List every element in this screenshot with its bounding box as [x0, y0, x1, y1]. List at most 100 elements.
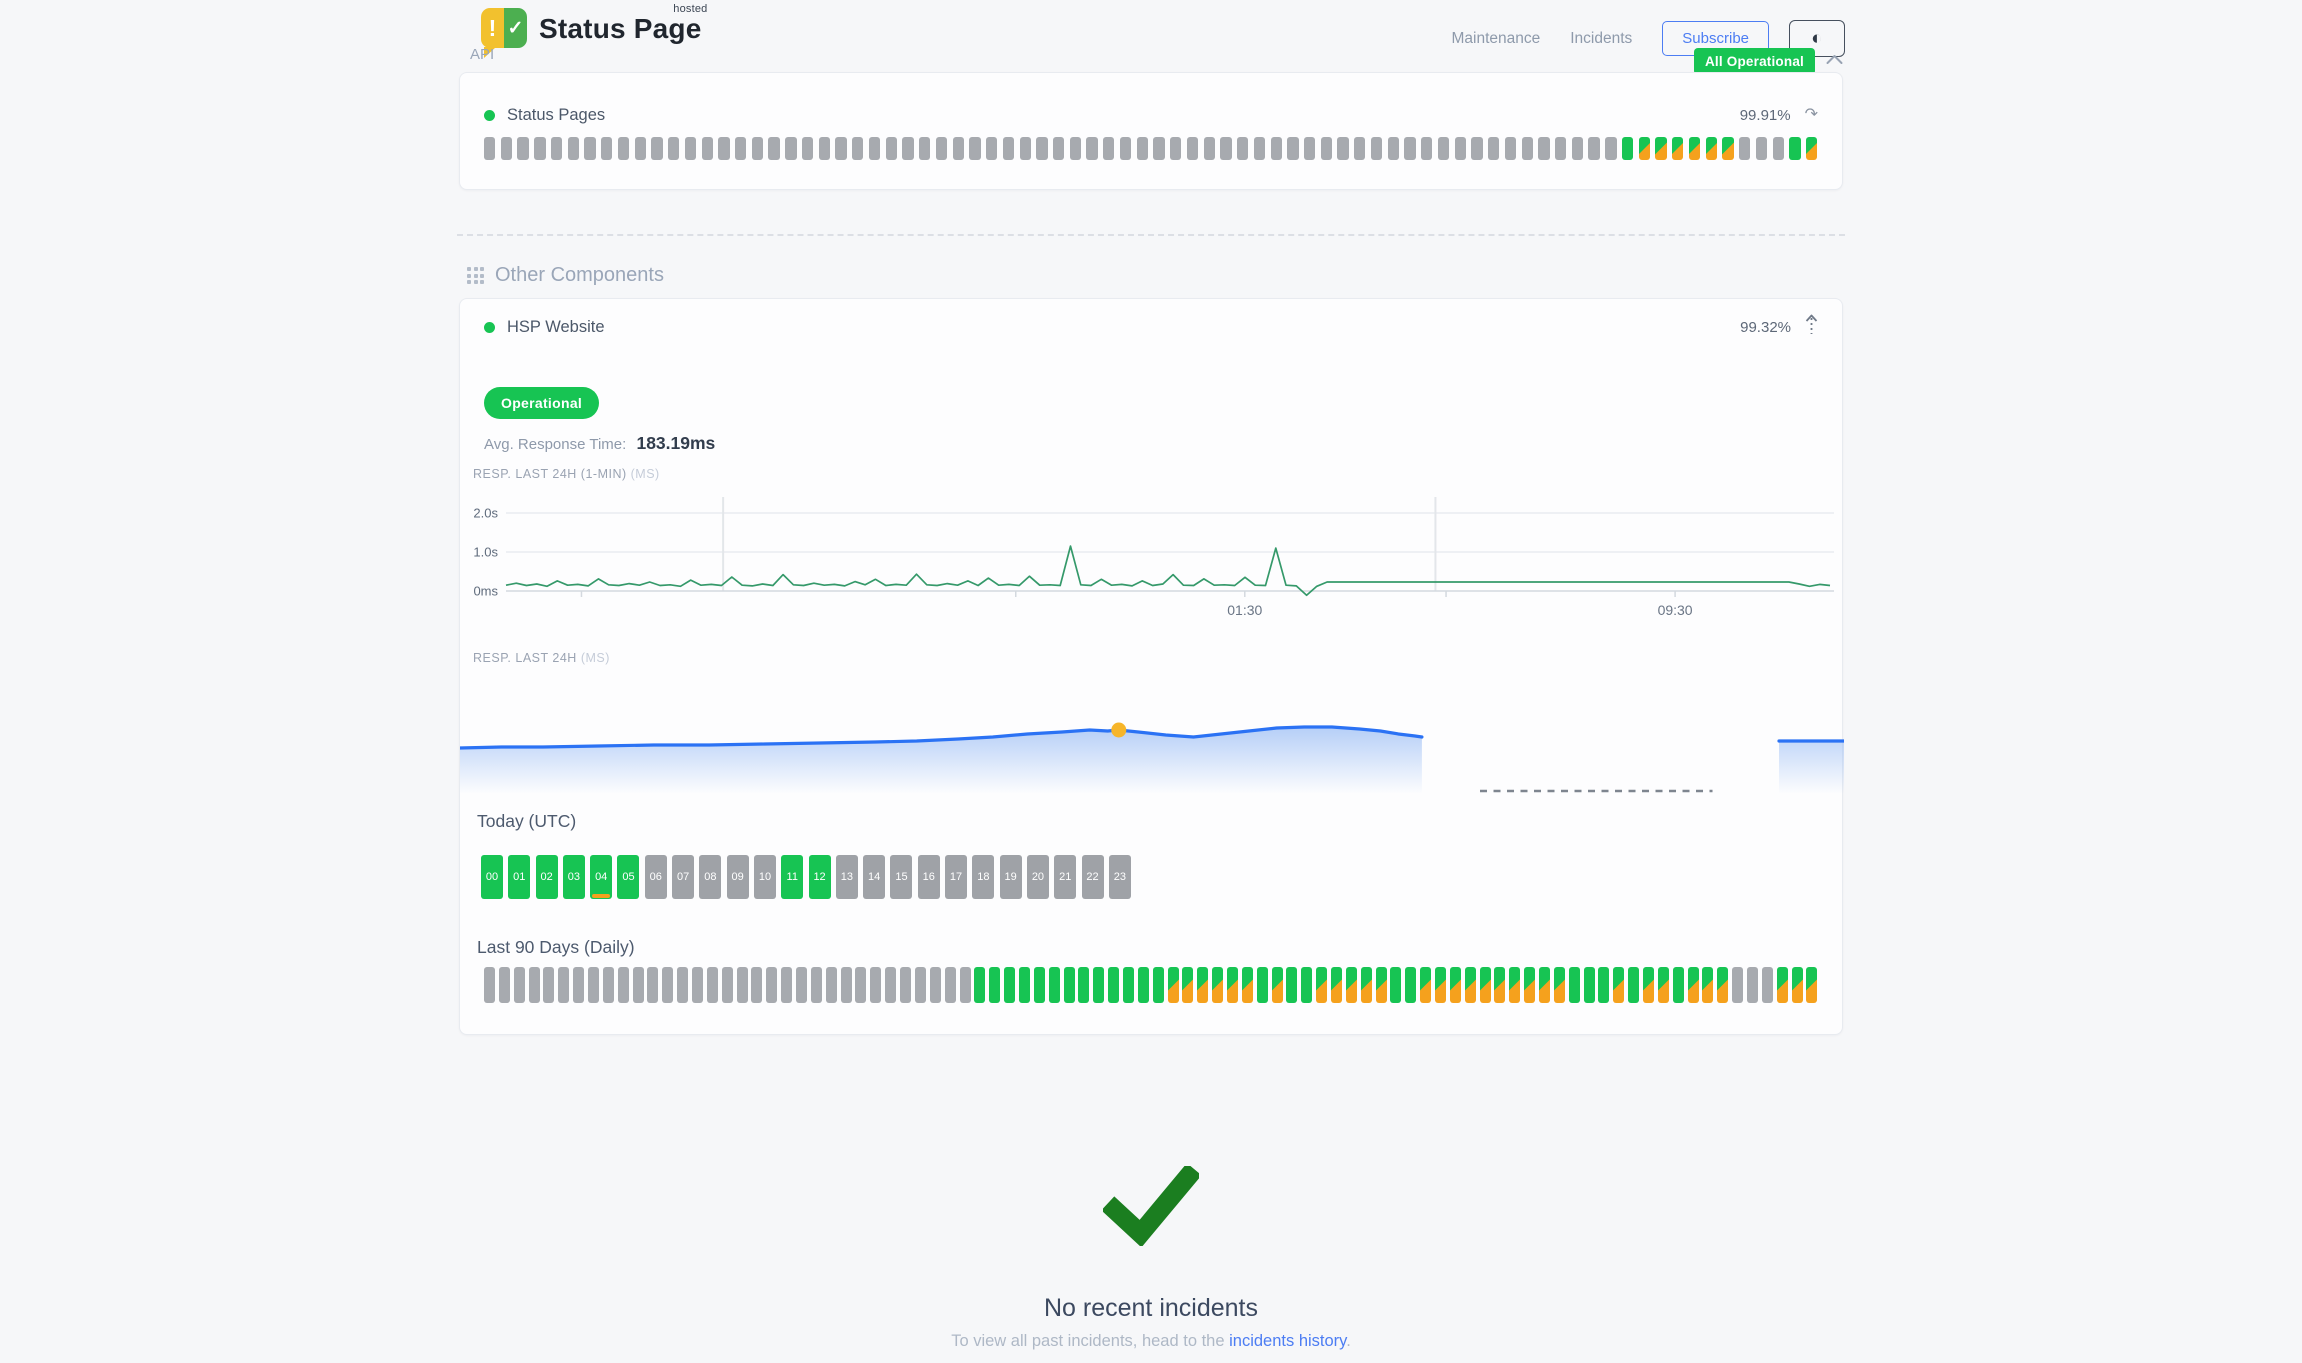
uptime-bar[interactable]	[1806, 137, 1817, 160]
uptime-bar[interactable]	[1613, 967, 1624, 1003]
uptime-bar[interactable]	[1053, 137, 1064, 160]
uptime-bar[interactable]	[543, 967, 554, 1003]
uptime-bar[interactable]	[484, 137, 495, 160]
uptime-bar[interactable]	[1572, 137, 1583, 160]
uptime-bar[interactable]	[1747, 967, 1758, 1003]
uptime-bar[interactable]	[534, 137, 545, 160]
uptime-bar[interactable]	[1153, 137, 1164, 160]
uptime-bar[interactable]	[1717, 967, 1728, 1003]
nav-maintenance[interactable]: Maintenance	[1451, 30, 1540, 48]
uptime-bar[interactable]	[1070, 137, 1081, 160]
uptime-bar[interactable]	[1488, 137, 1499, 160]
uptime-bar[interactable]	[960, 967, 971, 1003]
uptime-bar[interactable]	[1242, 967, 1253, 1003]
uptime-bar[interactable]	[1688, 967, 1699, 1003]
uptime-bar[interactable]	[1438, 137, 1449, 160]
uptime-bar[interactable]	[1773, 137, 1784, 160]
uptime-bar[interactable]	[1739, 137, 1750, 160]
uptime-bar[interactable]	[1639, 137, 1650, 160]
uptime-bar[interactable]	[1405, 967, 1416, 1003]
uptime-bar[interactable]	[1789, 137, 1800, 160]
uptime-bar[interactable]	[1689, 137, 1700, 160]
uptime-bar[interactable]	[986, 137, 997, 160]
uptime-bar[interactable]	[662, 967, 673, 1003]
uptime-bar[interactable]	[551, 137, 562, 160]
uptime-bar[interactable]	[1331, 967, 1342, 1003]
hour-cell-07[interactable]: 07	[672, 855, 694, 899]
incidents-history-link[interactable]: incidents history	[1229, 1332, 1346, 1350]
uptime-bar[interactable]	[885, 967, 896, 1003]
chevron-up-icon[interactable]	[1826, 52, 1843, 70]
uptime-bar[interactable]	[1505, 137, 1516, 160]
hour-cell-04[interactable]: 04	[590, 855, 612, 899]
uptime-bar[interactable]	[852, 137, 863, 160]
uptime-bar[interactable]	[1137, 137, 1148, 160]
hour-cell-12[interactable]: 12	[809, 855, 831, 899]
uptime-bar[interactable]	[618, 967, 629, 1003]
uptime-bar[interactable]	[1078, 967, 1089, 1003]
uptime-bar[interactable]	[1019, 967, 1030, 1003]
uptime-bar[interactable]	[1036, 137, 1047, 160]
uptime-bar[interactable]	[573, 967, 584, 1003]
uptime-bar[interactable]	[1421, 137, 1432, 160]
uptime-bar[interactable]	[1471, 137, 1482, 160]
uptime-bar[interactable]	[635, 137, 646, 160]
uptime-bar[interactable]	[1672, 137, 1683, 160]
uptime-bar[interactable]	[1237, 137, 1248, 160]
hour-cell-05[interactable]: 05	[617, 855, 639, 899]
uptime-bar[interactable]	[1020, 137, 1031, 160]
uptime-bar[interactable]	[1673, 967, 1684, 1003]
uptime-bar[interactable]	[692, 967, 703, 1003]
uptime-bar[interactable]	[1304, 137, 1315, 160]
uptime-bar[interactable]	[1168, 967, 1179, 1003]
uptime-bar[interactable]	[1003, 137, 1014, 160]
hour-cell-13[interactable]: 13	[836, 855, 858, 899]
uptime-bar[interactable]	[568, 137, 579, 160]
uptime-bar[interactable]	[1538, 137, 1549, 160]
uptime-bar[interactable]	[677, 967, 688, 1003]
uptime-bar[interactable]	[969, 137, 980, 160]
uptime-bar[interactable]	[919, 137, 930, 160]
uptime-bar[interactable]	[768, 137, 779, 160]
refresh-icon[interactable]: ↷	[1805, 107, 1818, 123]
uptime-bar[interactable]	[484, 967, 495, 1003]
uptime-bar[interactable]	[1227, 967, 1238, 1003]
uptime-bar[interactable]	[1287, 137, 1298, 160]
uptime-bar[interactable]	[1286, 967, 1297, 1003]
uptime-bar[interactable]	[1524, 967, 1535, 1003]
uptime-bar[interactable]	[735, 137, 746, 160]
hour-cell-03[interactable]: 03	[563, 855, 585, 899]
uptime-bar[interactable]	[781, 967, 792, 1003]
uptime-bar[interactable]	[517, 137, 528, 160]
dotted-up-arrow-icon[interactable]	[1805, 314, 1818, 340]
uptime-bar[interactable]	[835, 137, 846, 160]
uptime-bar[interactable]	[796, 967, 807, 1003]
uptime-bar[interactable]	[685, 137, 696, 160]
uptime-bar[interactable]	[1204, 137, 1215, 160]
uptime-bar[interactable]	[1337, 137, 1348, 160]
uptime-bar[interactable]	[811, 967, 822, 1003]
uptime-bar[interactable]	[1643, 967, 1654, 1003]
uptime-bar[interactable]	[1187, 137, 1198, 160]
uptime-bar[interactable]	[1108, 967, 1119, 1003]
uptime-bar[interactable]	[1376, 967, 1387, 1003]
uptime-bar[interactable]	[1371, 137, 1382, 160]
hour-cell-21[interactable]: 21	[1054, 855, 1076, 899]
uptime-bar[interactable]	[1064, 967, 1075, 1003]
hour-cell-09[interactable]: 09	[727, 855, 749, 899]
hour-cell-02[interactable]: 02	[536, 855, 558, 899]
uptime-bar[interactable]	[870, 967, 881, 1003]
hour-cell-01[interactable]: 01	[508, 855, 530, 899]
uptime-bar[interactable]	[766, 967, 777, 1003]
uptime-bar[interactable]	[1584, 967, 1595, 1003]
uptime-bar[interactable]	[1806, 967, 1817, 1003]
uptime-bar[interactable]	[819, 137, 830, 160]
uptime-bar[interactable]	[1321, 137, 1332, 160]
uptime-bar[interactable]	[1465, 967, 1476, 1003]
uptime-bar[interactable]	[1522, 137, 1533, 160]
uptime-bar[interactable]	[1086, 137, 1097, 160]
uptime-bar[interactable]	[855, 967, 866, 1003]
hour-cell-19[interactable]: 19	[1000, 855, 1022, 899]
uptime-bar[interactable]	[953, 137, 964, 160]
uptime-bar[interactable]	[618, 137, 629, 160]
